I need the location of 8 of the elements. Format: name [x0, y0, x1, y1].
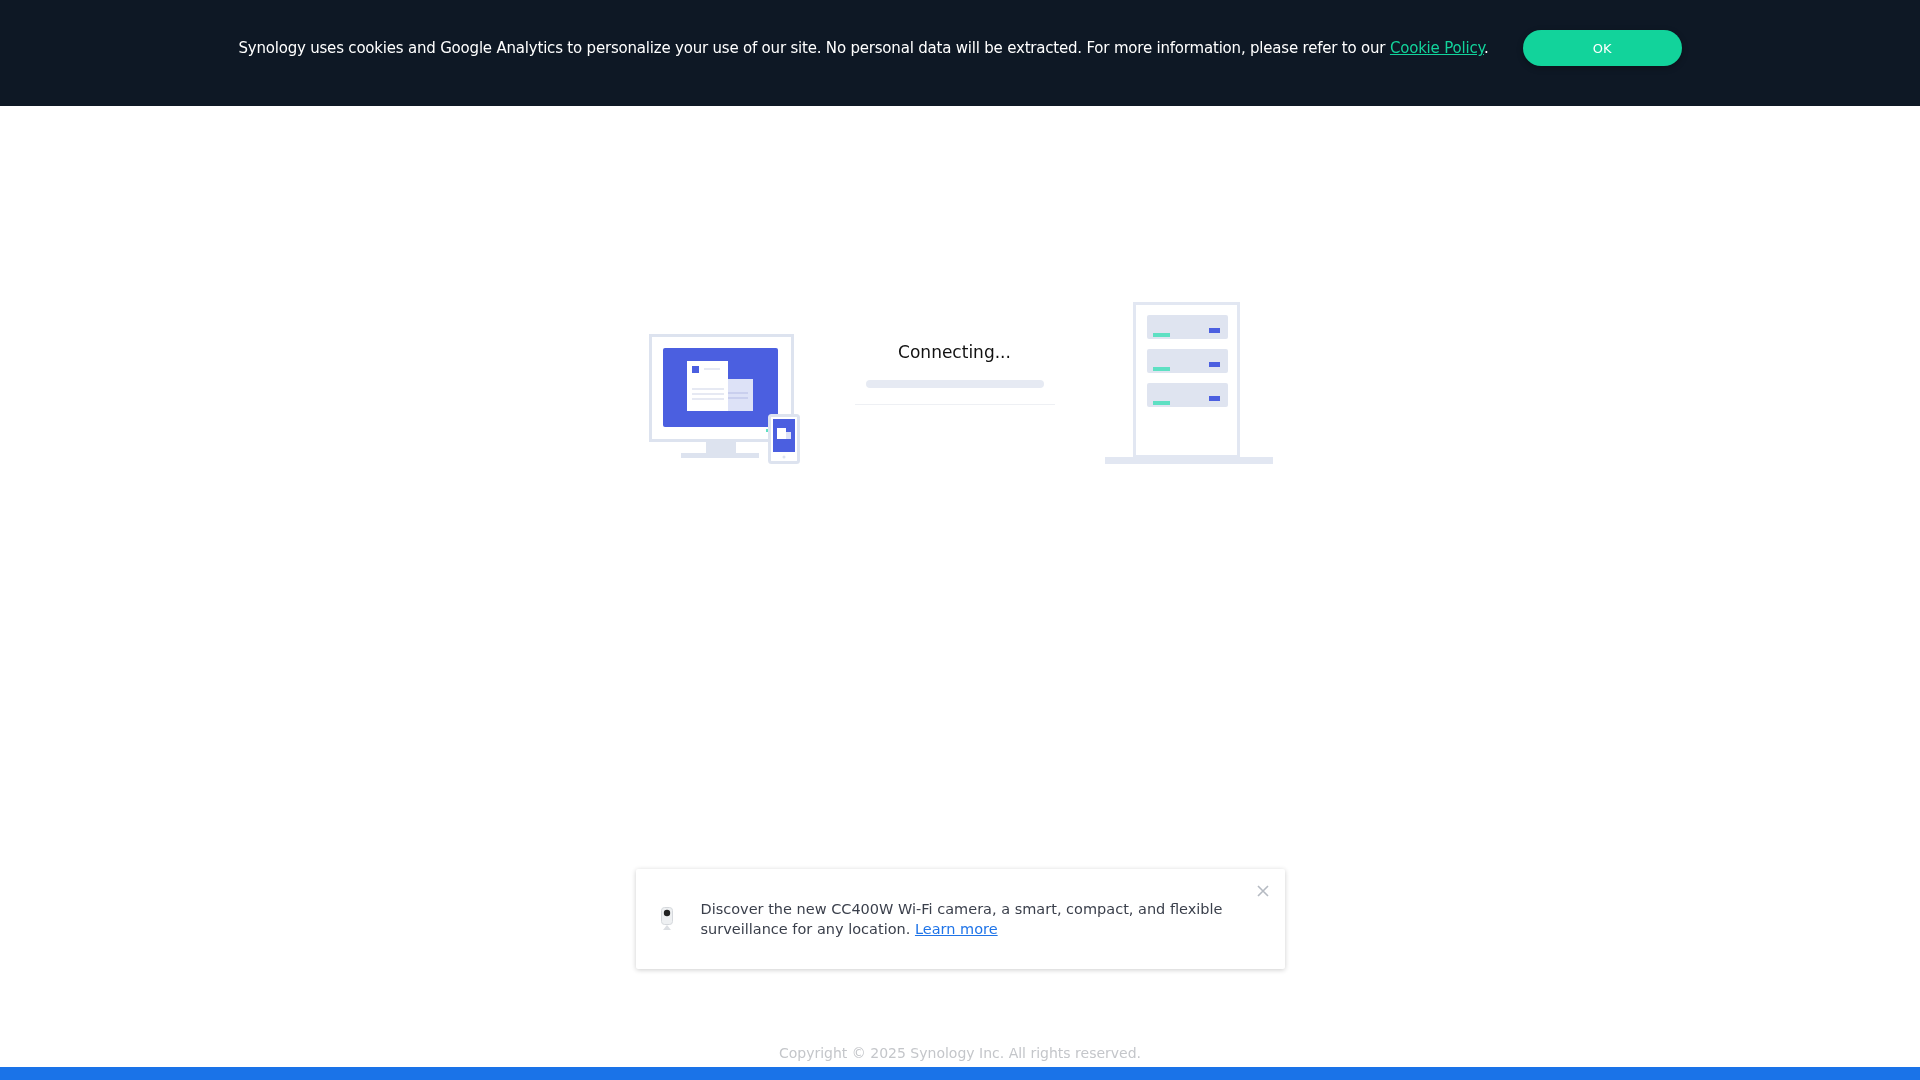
cookie-notice: Synology uses cookies and Google Analytics to personalize your use of our site. No personal data will be extracted. For more information, please refer to our Cookie Policy. [238, 39, 1489, 57]
cookie-policy-link[interactable]: Cookie Policy [1389, 39, 1484, 57]
status-text: Connecting... [898, 342, 1011, 362]
copyright-text: Copyright © 2025 Synology Inc. All rights reserved. [778, 1045, 1142, 1061]
notification-message: Discover the new CC400W Wi-Fi camera, a smart, compact, and flexible surveillance for any location. Learn more [700, 900, 1224, 939]
learn-more-link[interactable]: Learn more [914, 921, 998, 937]
camera-icon [660, 907, 673, 931]
close-icon[interactable] [1256, 885, 1269, 897]
